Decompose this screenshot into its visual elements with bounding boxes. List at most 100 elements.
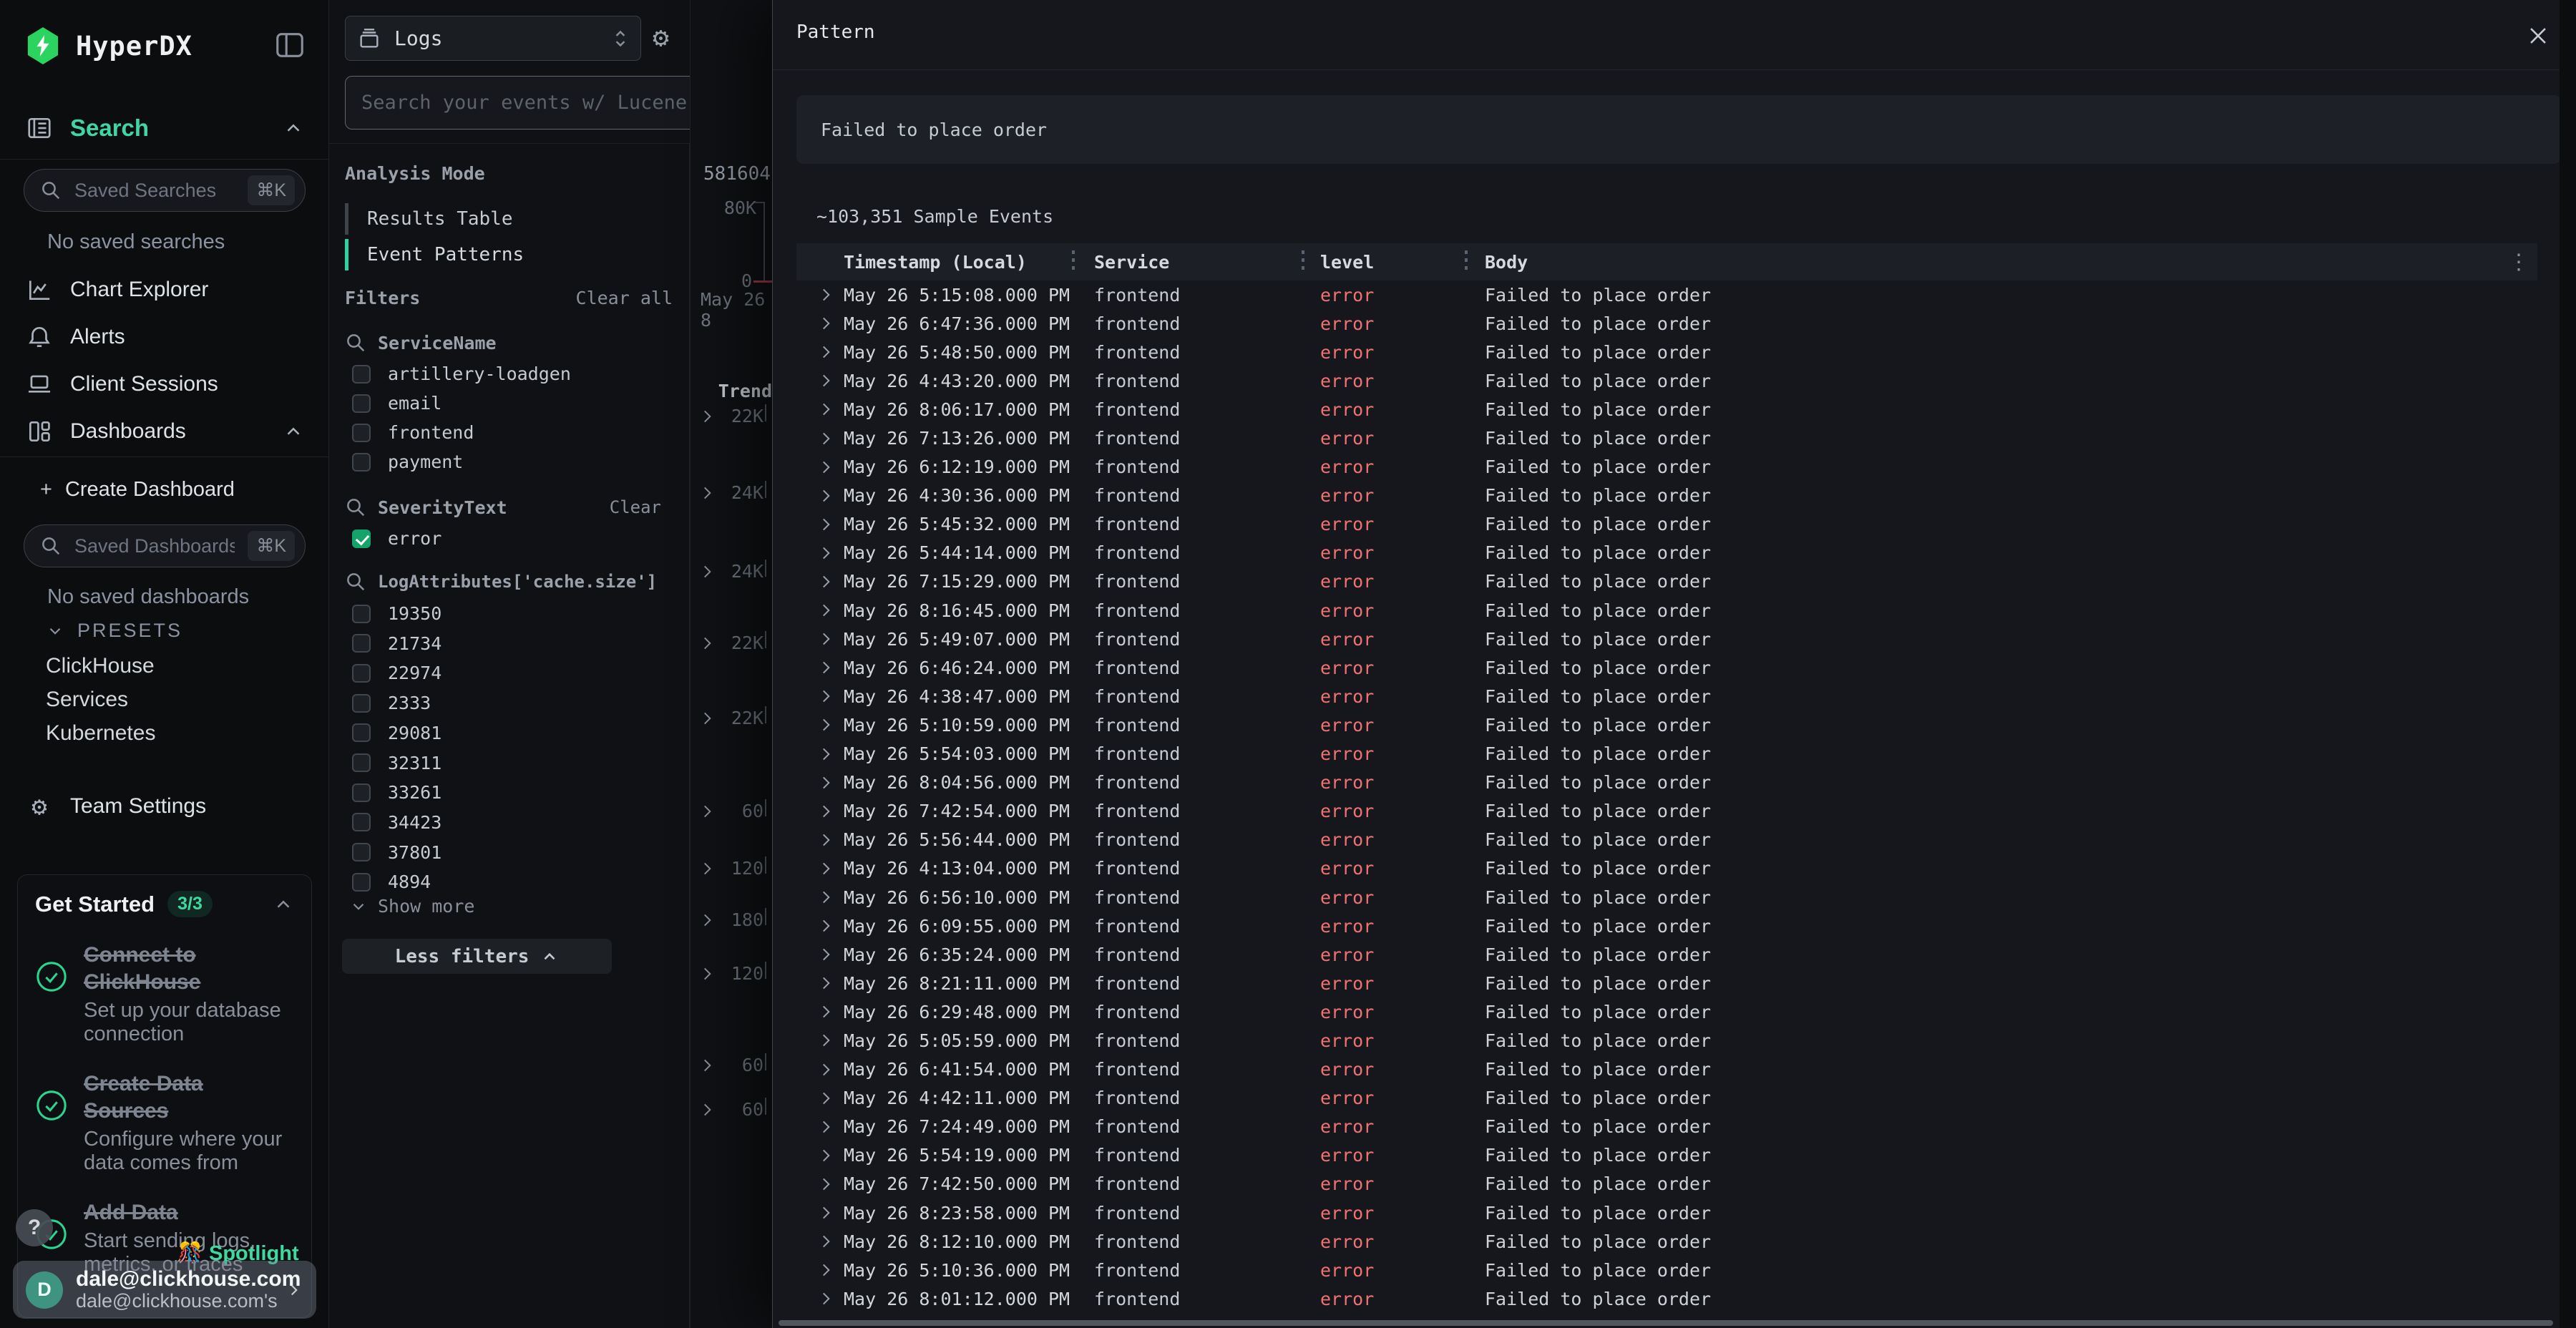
sidebar-item-team-settings[interactable]: ⚙ Team Settings [0,784,328,829]
table-row[interactable]: May 26 7:24:49.000 PMfrontenderrorFailed… [796,1113,2537,1141]
filter-option-error[interactable]: error [352,524,667,553]
table-row[interactable]: May 26 6:41:54.000 PMfrontenderrorFailed… [796,1055,2537,1084]
row-expand-chevron[interactable] [796,1146,836,1165]
sidebar-item-dashboards[interactable]: Dashboards [0,409,328,454]
filter-option[interactable]: payment [352,447,667,477]
table-row[interactable]: May 26 5:15:08.000 PMfrontenderrorFailed… [796,280,2537,309]
row-expand-chevron[interactable] [796,687,836,706]
preset-services[interactable]: Services [46,688,128,712]
search-icon[interactable] [345,497,366,518]
sidebar-item-chart-explorer[interactable]: Chart Explorer [0,268,328,312]
row-expand-chevron[interactable] [796,802,836,821]
table-row[interactable]: May 26 6:29:48.000 PMfrontenderrorFailed… [796,997,2537,1026]
pattern-row-peek[interactable]: 180 [691,907,773,935]
table-row[interactable]: May 26 5:56:44.000 PMfrontenderrorFailed… [796,826,2537,854]
get-started-item[interactable]: Connect to ClickHouse Set up your databa… [35,942,294,1046]
table-row[interactable]: May 26 5:45:32.000 PMfrontenderrorFailed… [796,510,2537,539]
saved-dashboards-search[interactable]: ⌘K [24,524,306,567]
column-resizer[interactable] [1072,250,1075,273]
create-dashboard-button[interactable]: + Create Dashboard [0,469,328,509]
checkbox[interactable] [352,694,371,713]
row-expand-chevron[interactable] [796,1261,836,1279]
row-expand-chevron[interactable] [796,1289,836,1308]
pattern-row-peek[interactable]: 60 [691,1096,773,1125]
search-icon[interactable] [345,571,366,592]
col-service[interactable]: Service [1088,252,1299,273]
checkbox[interactable] [352,424,371,442]
vertical-scrollbar-track[interactable] [2560,0,2576,1328]
table-row[interactable]: May 26 6:56:10.000 PMfrontenderrorFailed… [796,883,2537,912]
pattern-row-peek[interactable]: 60 [691,1052,773,1080]
pattern-row-peek[interactable]: 120 [691,855,773,884]
pattern-row-peek[interactable]: 120 [691,960,773,989]
table-row[interactable]: May 26 8:01:12.000 PMfrontenderrorFailed… [796,1284,2537,1313]
mode-event-patterns[interactable]: Event Patterns [345,238,617,272]
table-row[interactable]: May 26 5:54:03.000 PMfrontenderrorFailed… [796,740,2537,768]
filter-option[interactable]: 29081 [352,718,667,748]
filter-option[interactable]: 33261 [352,778,667,807]
table-row[interactable]: May 26 5:05:59.000 PMfrontenderrorFailed… [796,1026,2537,1055]
row-expand-chevron[interactable] [796,745,836,763]
sidebar-item-alerts[interactable]: Alerts [0,315,328,359]
pattern-row-peek[interactable]: 22K [691,403,773,431]
row-expand-chevron[interactable] [796,343,836,361]
table-row[interactable]: May 26 8:16:45.000 PMfrontenderrorFailed… [796,596,2537,625]
row-expand-chevron[interactable] [796,658,836,677]
clear-severity-button[interactable]: Clear [610,497,661,517]
col-timestamp[interactable]: Timestamp (Local) [836,252,1088,273]
table-row[interactable]: May 26 8:23:58.000 PMfrontenderrorFailed… [796,1198,2537,1227]
table-row[interactable]: May 26 6:35:24.000 PMfrontenderrorFailed… [796,940,2537,969]
table-row[interactable]: May 26 5:49:07.000 PMfrontenderrorFailed… [796,625,2537,653]
checkbox[interactable] [352,453,371,472]
filter-option[interactable]: 34423 [352,808,667,837]
table-row[interactable]: May 26 4:43:20.000 PMfrontenderrorFailed… [796,366,2537,395]
checkbox[interactable] [352,365,371,384]
presets-toggle[interactable]: PRESETS [46,620,182,642]
row-expand-chevron[interactable] [796,487,836,505]
row-expand-chevron[interactable] [796,1031,836,1050]
horizontal-scrollbar[interactable] [779,1320,2553,1326]
row-expand-chevron[interactable] [796,888,836,907]
row-expand-chevron[interactable] [796,1002,836,1021]
filter-option[interactable]: artillery-loadgen [352,359,667,389]
help-button[interactable]: ? [16,1209,53,1246]
pattern-row-peek[interactable]: 24K [691,479,773,508]
checkbox[interactable] [352,664,371,683]
less-filters-button[interactable]: Less filters [342,939,612,974]
row-expand-chevron[interactable] [796,515,836,534]
table-row[interactable]: May 26 4:30:36.000 PMfrontenderrorFailed… [796,482,2537,510]
row-expand-chevron[interactable] [796,945,836,964]
row-expand-chevron[interactable] [796,1232,836,1251]
row-expand-chevron[interactable] [796,1060,836,1079]
row-expand-chevron[interactable] [796,831,836,849]
table-row[interactable]: May 26 5:48:50.000 PMfrontenderrorFailed… [796,338,2537,366]
row-expand-chevron[interactable] [796,400,836,419]
col-level[interactable]: level [1299,252,1463,273]
filter-option[interactable]: 21734 [352,629,667,658]
table-row[interactable]: May 26 4:13:04.000 PMfrontenderrorFailed… [796,854,2537,883]
filter-option[interactable]: 19350 [352,599,667,628]
checkbox[interactable] [352,605,371,623]
table-row[interactable]: May 26 6:09:55.000 PMfrontenderrorFailed… [796,912,2537,940]
source-select[interactable]: Logs [345,16,641,61]
sidebar-item-search[interactable]: Search [0,106,328,150]
checkbox-checked[interactable] [352,529,371,548]
saved-dashboards-input[interactable] [73,534,236,558]
pattern-row-peek[interactable]: 22K [691,705,773,733]
table-row[interactable]: May 26 4:38:47.000 PMfrontenderrorFailed… [796,682,2537,711]
app-logo[interactable]: HyperDX [26,26,312,66]
show-more-button[interactable]: Show more [349,896,474,917]
table-row[interactable]: May 26 4:42:11.000 PMfrontenderrorFailed… [796,1084,2537,1113]
row-expand-chevron[interactable] [796,601,836,620]
preset-kubernetes[interactable]: Kubernetes [46,721,155,746]
sidebar-item-client-sessions[interactable]: Client Sessions [0,362,328,406]
filter-option[interactable]: 32311 [352,748,667,778]
table-row[interactable]: May 26 7:42:50.000 PMfrontenderrorFailed… [796,1170,2537,1198]
chevron-up-icon[interactable] [283,421,304,442]
table-row[interactable]: May 26 8:21:11.000 PMfrontenderrorFailed… [796,969,2537,997]
table-row[interactable]: May 26 7:15:29.000 PMfrontenderrorFailed… [796,567,2537,596]
filter-option[interactable]: 22974 [352,658,667,688]
pattern-row-peek[interactable]: 24K [691,558,773,587]
saved-searches-search[interactable]: ⌘K [24,169,306,212]
pattern-row-peek[interactable]: 60 [691,798,773,826]
